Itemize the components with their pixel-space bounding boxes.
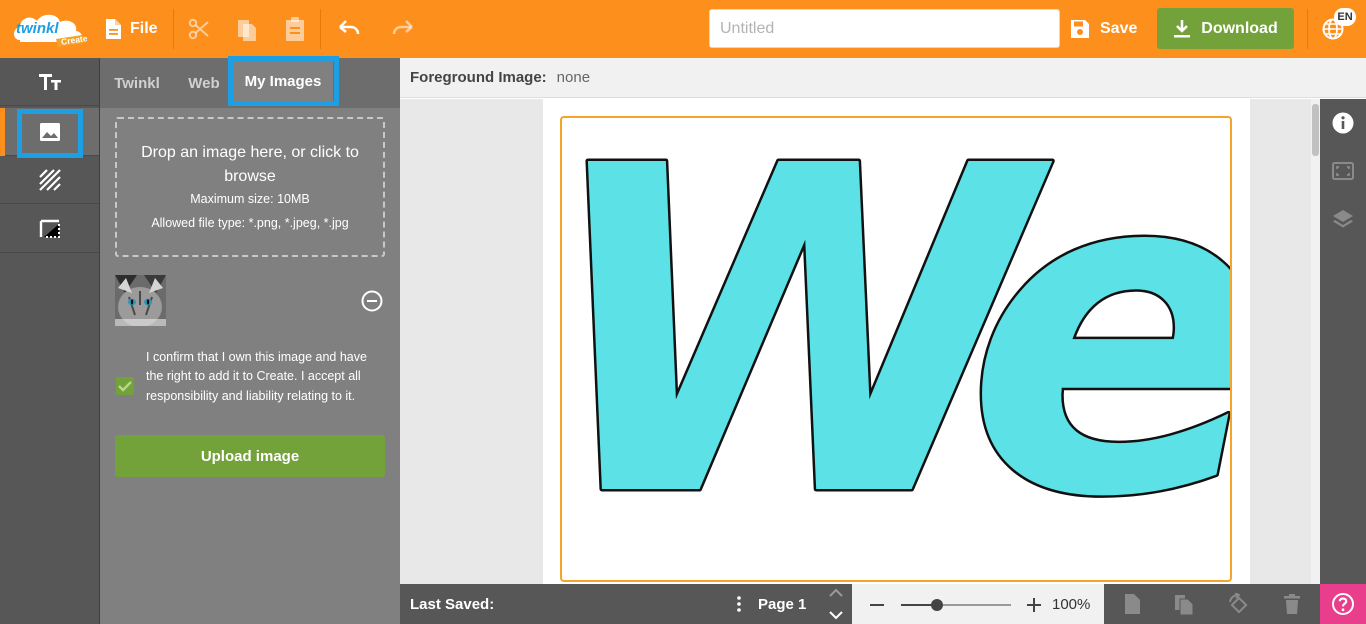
info-icon [1332, 112, 1354, 134]
clipboard-icon [286, 17, 304, 41]
images-tool-highlight [17, 109, 83, 158]
toolbar-divider [173, 9, 174, 49]
undo-icon [339, 20, 360, 35]
paste-button[interactable] [282, 16, 308, 42]
document-title-input[interactable] [709, 9, 1060, 48]
minus-circle-icon [361, 290, 383, 312]
ownership-confirm-checkbox[interactable] [116, 377, 134, 395]
undo-button[interactable] [336, 16, 362, 42]
duplicate-page-button[interactable] [1173, 593, 1195, 615]
app-window: twinkl Create File Untitled Save Downloa… [0, 0, 1366, 624]
panel-divider [99, 58, 100, 624]
rotate-page-button[interactable] [1227, 593, 1249, 615]
foreground-image-value: none [556, 69, 591, 86]
add-page-button[interactable] [1121, 593, 1143, 615]
language-selector[interactable]: EN [1320, 8, 1360, 48]
zoom-in-button[interactable] [1025, 596, 1043, 614]
ownership-confirm-label: I confirm that I own this image and have… [146, 350, 367, 403]
vertical-dots-icon [737, 596, 741, 612]
plus-icon [1027, 598, 1041, 612]
rotate-icon [1229, 593, 1248, 614]
dropzone-max-size: Maximum size: 10MB [190, 192, 310, 206]
zoom-level: 100% [1052, 595, 1091, 613]
layers-icon [1333, 210, 1353, 228]
remove-image-button[interactable] [361, 290, 383, 312]
download-label: Download [1201, 19, 1278, 37]
file-menu-button[interactable]: File [104, 14, 158, 44]
foreground-image-bar: Foreground Image: none [400, 58, 1366, 98]
twinkl-create-logo[interactable]: twinkl Create [12, 10, 88, 50]
help-button[interactable] [1320, 584, 1366, 624]
file-icon [106, 19, 121, 39]
save-label: Save [1100, 20, 1138, 37]
scissors-icon [188, 18, 209, 40]
save-button[interactable]: Save [1070, 14, 1137, 44]
canvas-scrollbar-thumb[interactable] [1312, 104, 1319, 156]
download-button[interactable]: Download [1157, 8, 1294, 49]
fit-screen-icon [1332, 162, 1354, 180]
hatch-pattern-icon [38, 168, 61, 191]
delete-page-button[interactable] [1281, 593, 1303, 615]
layers-button[interactable] [1331, 207, 1355, 231]
language-badge: EN [1334, 8, 1356, 26]
zoom-out-button[interactable] [868, 596, 886, 614]
page-indicator: Page 1 [758, 595, 807, 613]
previous-page-button[interactable] [829, 588, 843, 598]
cut-button[interactable] [186, 16, 212, 42]
copy-icon [238, 20, 256, 41]
trash-icon [1284, 594, 1300, 614]
tab-twinkl[interactable]: Twinkl [108, 58, 166, 108]
next-page-button[interactable] [829, 610, 843, 620]
chevron-up-icon [829, 588, 843, 597]
cat-photo-icon [115, 275, 166, 326]
info-button[interactable] [1331, 111, 1355, 135]
text-icon [38, 73, 61, 90]
border-frame-icon [39, 219, 60, 238]
redo-button[interactable] [390, 16, 416, 42]
text-tool-button[interactable] [0, 58, 99, 106]
tab-web[interactable]: Web [180, 58, 228, 108]
image-dropzone[interactable]: Drop an image here, or click to browse M… [115, 117, 385, 257]
canvas-text-element[interactable]: We [562, 118, 1230, 580]
minus-icon [870, 604, 884, 606]
upload-image-button[interactable]: Upload image [115, 435, 385, 477]
my-images-tab-highlight [228, 56, 339, 106]
page-options-button[interactable] [734, 596, 744, 612]
new-page-icon [1125, 594, 1140, 614]
dropzone-file-types: Allowed file type: *.png, *.jpeg, *.jpg [151, 216, 349, 230]
question-circle-icon [1332, 593, 1354, 615]
canvas-text: We [562, 118, 1230, 580]
download-icon [1174, 19, 1191, 37]
dropzone-instructions: Drop an image here, or click to browse [141, 144, 359, 185]
redo-icon [392, 20, 413, 35]
border-tool-button[interactable] [0, 205, 99, 253]
chevron-down-icon [829, 611, 843, 620]
pattern-tool-button[interactable] [0, 156, 99, 204]
canvas-scrollbar-track[interactable] [1311, 99, 1320, 584]
foreground-image-label: Foreground Image: [410, 69, 547, 86]
toolbar-divider [320, 9, 321, 49]
floppy-disk-icon [1071, 20, 1089, 38]
fit-to-screen-button[interactable] [1331, 159, 1355, 183]
toolbar-divider [1307, 9, 1308, 49]
file-menu-label: File [130, 20, 158, 37]
duplicate-icon [1175, 595, 1194, 615]
copy-button[interactable] [234, 16, 260, 42]
last-saved-label: Last Saved: [410, 595, 495, 613]
active-tool-indicator [0, 108, 5, 156]
logo-wordmark: twinkl [16, 20, 59, 37]
checkmark-icon [118, 381, 132, 392]
uploaded-image-thumbnail[interactable] [115, 275, 166, 326]
